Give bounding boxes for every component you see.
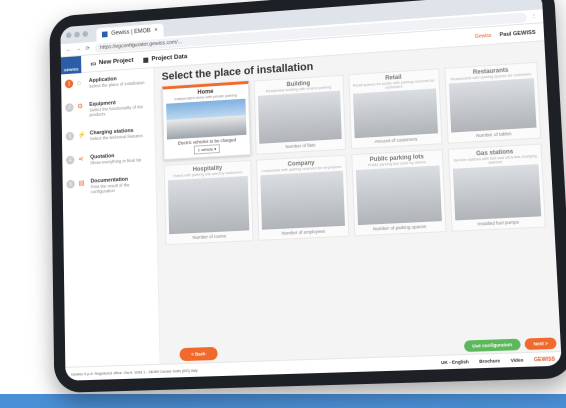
card-retail[interactable]: Retail Retail spaces for public with par… [347,68,443,150]
card-image [258,90,342,144]
step-equipment[interactable]: 2 ⚙ Equipment Select the functionality of… [65,98,150,119]
brochure-link[interactable]: Brochure [479,358,500,364]
max-dot[interactable] [82,30,89,37]
card-building[interactable]: Building Residential building with share… [253,74,346,155]
chevron-down-icon: ▾ [214,146,217,152]
next-button[interactable]: Next > [524,337,557,350]
app-body: 1 ⌂ Application Select the place of insta… [61,41,562,381]
card-image [352,88,438,139]
card-question: Number of tables [476,131,512,139]
brand-logo[interactable]: GEWISS [60,55,82,74]
window-controls[interactable] [65,25,89,44]
vehicle-count-select[interactable]: 1 vehicle ▾ [193,144,221,155]
folder-icon: ▦ [142,56,149,64]
browser-menu-icon[interactable]: ⋮ [531,13,537,19]
home-icon: ⌂ [76,79,81,87]
reload-icon[interactable]: ⟳ [86,45,90,51]
card-gas-stations[interactable]: Gas stations Service stations with fast … [447,143,546,232]
video-link[interactable]: Video [510,357,523,363]
card-question: Number of parking spaces [372,223,427,232]
card-public-parking[interactable]: Public parking lots Public parking lots … [350,149,447,237]
step-number: 3 [65,131,75,141]
card-question: Number of rooms [192,233,227,241]
card-image [448,78,537,133]
card-image [260,170,345,230]
step-quotation[interactable]: 4 ⋖ Quotation Show everything in final li… [65,151,151,167]
card-home[interactable]: Home Independent home with private parki… [161,80,252,161]
card-image [452,164,542,221]
language-select[interactable]: UK - English [441,359,469,365]
min-dot[interactable] [74,31,80,38]
installation-grid-row2: Hospitality Hotels with parking lots use… [163,143,546,246]
step-number: 2 [65,103,74,113]
card-hospitality[interactable]: Hospitality Hotels with parking lots use… [163,160,254,246]
screenshot-stage: Gewiss | EMOB × ← → ⟳ https://egconfigur… [0,0,566,408]
back-button[interactable]: < Back [179,346,218,362]
card-company[interactable]: Company Companies with parking reserved … [256,154,349,241]
charger-icon: ⚡ [77,131,86,140]
new-project-button[interactable]: ▭ New Project [90,57,134,68]
project-data-button[interactable]: ▦ Project Data [142,53,188,64]
step-desc: Print the result of the configuration [90,182,130,195]
step-charging-stations[interactable]: 3 ⚡ Charging stations Select the technica… [65,127,151,143]
step-number: 5 [66,179,75,189]
card-image [166,98,247,140]
forward-nav-icon[interactable]: → [76,46,81,52]
tools-icon: ⚙ [77,103,84,111]
close-dot[interactable] [65,32,72,39]
language-link[interactable]: Gewiss [475,32,492,39]
step-number: 4 [65,155,75,165]
project-data-label: Project Data [151,53,188,63]
share-icon: ⋖ [78,156,84,164]
step-number: 1 [64,79,74,89]
step-documentation[interactable]: 5 ▤ Documentation Print the result of the… [66,175,152,195]
card-question: Amount of customers [374,136,418,145]
use-configuration-button[interactable]: Use configuration [463,338,521,352]
card-question: Number of flats [285,142,316,150]
user-menu[interactable]: Paul GEWISS [499,29,535,38]
tab-close-icon[interactable]: × [154,28,157,34]
tablet-device: Gewiss | EMOB × ← → ⟳ https://egconfigur… [49,0,566,394]
card-question: Installed fuel pumps [477,219,520,227]
card-question: Number of employees [281,228,326,236]
card-image [355,165,442,226]
tab-title: Gewiss | EMOB [111,28,151,37]
new-project-label: New Project [98,57,134,67]
favicon-icon [101,31,108,38]
bottom-band [0,394,566,408]
footer-brand: GEWISS [533,355,556,363]
step-application[interactable]: 1 ⌂ Application Select the place of insta… [64,74,150,90]
steps-sidebar: 1 ⌂ Application Select the place of insta… [61,68,161,381]
tablet-screen: Gewiss | EMOB × ← → ⟳ https://egconfigur… [60,0,562,381]
card-image [167,175,250,235]
card-restaurants[interactable]: Restaurants Restaurants with parking spa… [443,61,542,144]
main-content: Select the place of installation Home In… [154,41,562,378]
select-value: 1 vehicle [197,146,214,153]
document-icon: ▭ [90,60,97,68]
document-icon: ▤ [78,180,85,188]
back-nav-icon[interactable]: ← [66,47,71,53]
